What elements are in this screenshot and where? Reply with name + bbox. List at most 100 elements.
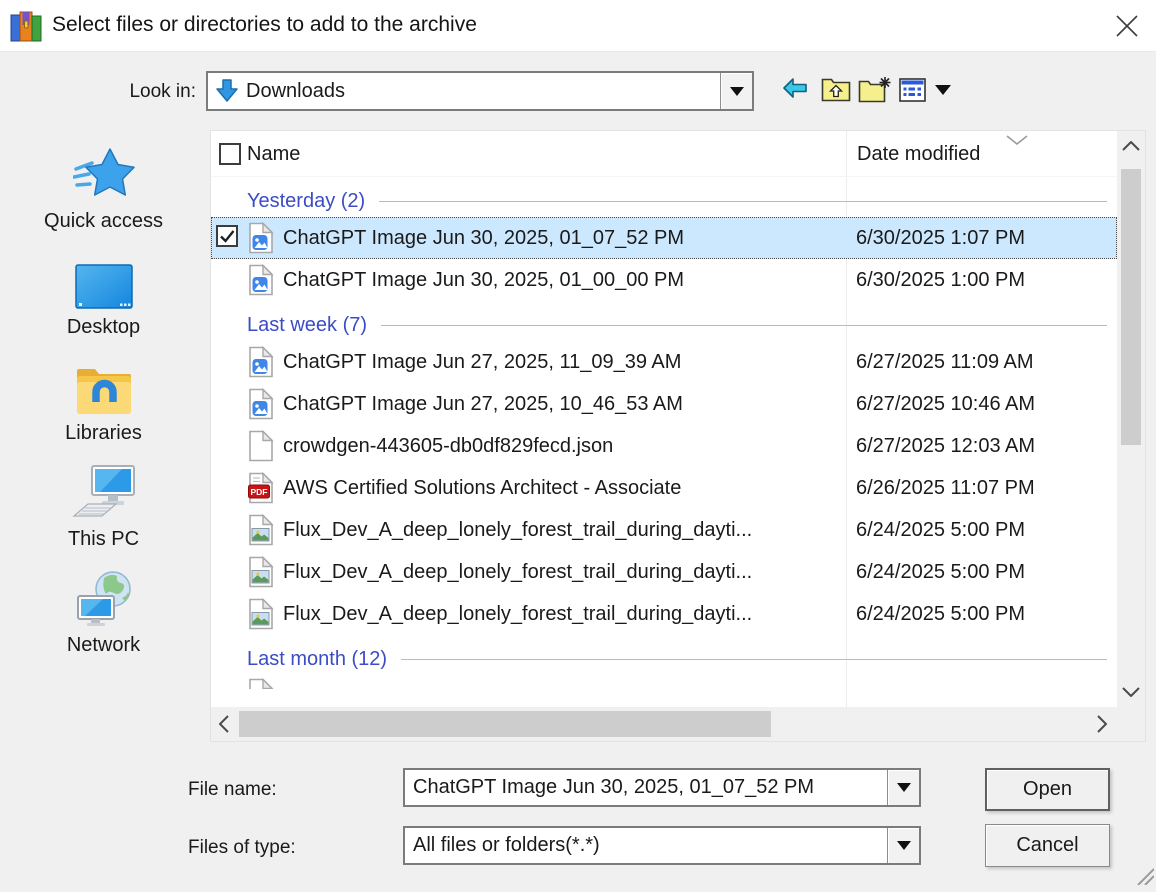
file-date-modified: 6/27/2025 12:03 AM — [856, 425, 1035, 467]
files-of-type-select[interactable]: All files or folders(*.*) — [403, 826, 921, 865]
sidebar-item-desktop[interactable]: Desktop — [0, 246, 207, 339]
winrar-logo-icon — [9, 9, 43, 43]
file-row[interactable]: Flux_Dev_A_deep_lonely_forest_trail_duri… — [211, 509, 1117, 551]
vertical-scrollbar[interactable] — [1117, 131, 1145, 707]
sort-direction-icon[interactable] — [1006, 133, 1028, 151]
file-date-modified: 6/24/2025 5:00 PM — [856, 509, 1025, 551]
file-list-header: Name Date modified — [211, 131, 1117, 177]
file-name: ChatGPT Image Jun 30, 2025, 01_00_00 PM — [283, 259, 684, 301]
horizontal-scrollbar[interactable] — [211, 707, 1145, 741]
file-list-content: Name Date modified Yesterday (2) ChatGPT … — [211, 131, 1117, 707]
downloads-folder-icon — [208, 78, 246, 104]
file-row[interactable]: ChatGPT Image Jun 30, 2025, 01_00_00 PM 6… — [211, 259, 1117, 301]
files-of-type-dropdown-button[interactable] — [887, 828, 919, 863]
cancel-button[interactable]: Cancel — [985, 824, 1110, 867]
json-file-icon — [248, 678, 274, 689]
title-bar: Select files or directories to add to th… — [0, 0, 1156, 52]
quick-access-star-icon — [0, 140, 207, 204]
group-header[interactable]: Last month (12) — [211, 635, 1117, 675]
look-in-dropdown-button[interactable] — [720, 73, 752, 109]
back-icon[interactable] — [782, 77, 814, 103]
sidebar-item-label: Desktop — [0, 316, 207, 339]
photo-file-icon — [248, 514, 274, 546]
scroll-down-icon[interactable] — [1117, 681, 1145, 703]
file-name: ChatGPT Image Jun 27, 2025, 11_09_39 AM — [283, 341, 681, 383]
file-row[interactable]: Flux_Dev_A_deep_lonely_forest_trail_duri… — [211, 593, 1117, 635]
svg-text:PDF: PDF — [251, 487, 268, 497]
json-file-icon — [248, 430, 274, 462]
file-row-partial[interactable] — [211, 675, 1117, 689]
file-date-modified: 6/24/2025 5:00 PM — [856, 551, 1025, 593]
file-row[interactable]: crowdgen-443605-db0df829fecd.json 6/27/20… — [211, 425, 1117, 467]
new-folder-icon[interactable] — [858, 76, 892, 104]
file-date-modified: 6/30/2025 1:00 PM — [856, 259, 1025, 301]
sidebar-item-network[interactable]: Network — [0, 564, 207, 657]
sidebar-item-this-pc[interactable]: This PC — [0, 458, 207, 551]
group-rule — [401, 659, 1107, 660]
file-name: ChatGPT Image Jun 27, 2025, 10_46_53 AM — [283, 383, 683, 425]
image-file-icon — [248, 388, 274, 420]
image-file-icon — [248, 346, 274, 378]
file-row[interactable]: PDF AWS Certified Solutions Architect - A… — [211, 467, 1117, 509]
file-name: ChatGPT Image Jun 30, 2025, 01_07_52 PM — [283, 217, 684, 259]
file-name-input[interactable]: ChatGPT Image Jun 30, 2025, 01_07_52 PM — [403, 768, 921, 807]
file-name-label: File name: — [188, 779, 348, 801]
group-rule — [381, 325, 1107, 326]
sidebar-item-quick-access[interactable]: Quick access — [0, 140, 207, 233]
folder-toolbar — [782, 72, 951, 108]
sidebar-item-label: Quick access — [0, 210, 207, 233]
file-date-modified: 6/26/2025 11:07 PM — [856, 467, 1035, 509]
file-row[interactable]: ChatGPT Image Jun 27, 2025, 11_09_39 AM 6… — [211, 341, 1117, 383]
scroll-right-icon[interactable] — [1091, 707, 1113, 741]
sidebar-item-libraries[interactable]: Libraries — [0, 352, 207, 445]
group-header[interactable]: Last week (7) — [211, 301, 1117, 341]
look-in-dropdown[interactable]: Downloads — [206, 71, 754, 111]
group-label[interactable]: Yesterday (2) — [247, 190, 365, 213]
file-date-modified: 6/27/2025 10:46 AM — [856, 383, 1035, 425]
group-rule — [379, 201, 1107, 202]
file-row[interactable]: Flux_Dev_A_deep_lonely_forest_trail_duri… — [211, 551, 1117, 593]
file-list-rows: Yesterday (2) ChatGPT Image Jun 30, 2025,… — [211, 177, 1117, 689]
file-name: crowdgen-443605-db0df829fecd.json — [283, 425, 613, 467]
view-menu-caret-icon[interactable] — [935, 85, 951, 95]
column-header-date-modified[interactable]: Date modified — [857, 131, 980, 177]
view-menu-icon[interactable] — [899, 78, 926, 103]
group-header[interactable]: Yesterday (2) — [211, 177, 1117, 217]
file-row[interactable]: ChatGPT Image Jun 27, 2025, 10_46_53 AM 6… — [211, 383, 1117, 425]
dropdown-arrow-icon — [730, 87, 744, 96]
file-name: AWS Certified Solutions Architect - Asso… — [283, 467, 681, 509]
image-file-icon — [248, 264, 274, 296]
pdf-file-icon: PDF — [248, 472, 274, 504]
file-name: Flux_Dev_A_deep_lonely_forest_trail_duri… — [283, 593, 752, 635]
close-icon[interactable] — [1106, 6, 1148, 46]
vertical-scrollbar-thumb[interactable] — [1121, 169, 1141, 445]
group-label[interactable]: Last week (7) — [247, 314, 367, 337]
open-button[interactable]: Open — [985, 768, 1110, 811]
sidebar-item-label: This PC — [0, 528, 207, 551]
dropdown-arrow-icon — [897, 841, 911, 850]
file-row[interactable]: ChatGPT Image Jun 30, 2025, 01_07_52 PM 6… — [211, 217, 1117, 259]
file-list-panel: Name Date modified Yesterday (2) ChatGPT … — [210, 130, 1146, 742]
file-date-modified: 6/27/2025 11:09 AM — [856, 341, 1034, 383]
scroll-up-icon[interactable] — [1117, 135, 1145, 157]
row-checkbox[interactable] — [216, 225, 238, 252]
file-name-dropdown-button[interactable] — [887, 770, 919, 805]
group-label[interactable]: Last month (12) — [247, 648, 387, 671]
up-one-level-icon[interactable] — [821, 77, 851, 103]
files-of-type-value: All files or folders(*.*) — [405, 834, 600, 857]
desktop-monitor-icon — [0, 246, 207, 310]
file-date-modified: 6/30/2025 1:07 PM — [856, 217, 1025, 259]
sidebar-item-label: Libraries — [0, 422, 207, 445]
column-header-name[interactable]: Name — [247, 131, 300, 177]
scroll-left-icon[interactable] — [213, 707, 235, 741]
look-in-value: Downloads — [246, 80, 345, 103]
dropdown-arrow-icon — [897, 783, 911, 792]
resize-grip[interactable] — [1130, 861, 1154, 890]
select-all-checkbox[interactable] — [219, 143, 241, 165]
file-name: Flux_Dev_A_deep_lonely_forest_trail_duri… — [283, 551, 752, 593]
file-name: Flux_Dev_A_deep_lonely_forest_trail_duri… — [283, 509, 752, 551]
file-name-value: ChatGPT Image Jun 30, 2025, 01_07_52 PM — [405, 776, 814, 799]
photo-file-icon — [248, 598, 274, 630]
horizontal-scrollbar-thumb[interactable] — [239, 711, 771, 737]
files-of-type-label: Files of type: — [188, 837, 348, 859]
